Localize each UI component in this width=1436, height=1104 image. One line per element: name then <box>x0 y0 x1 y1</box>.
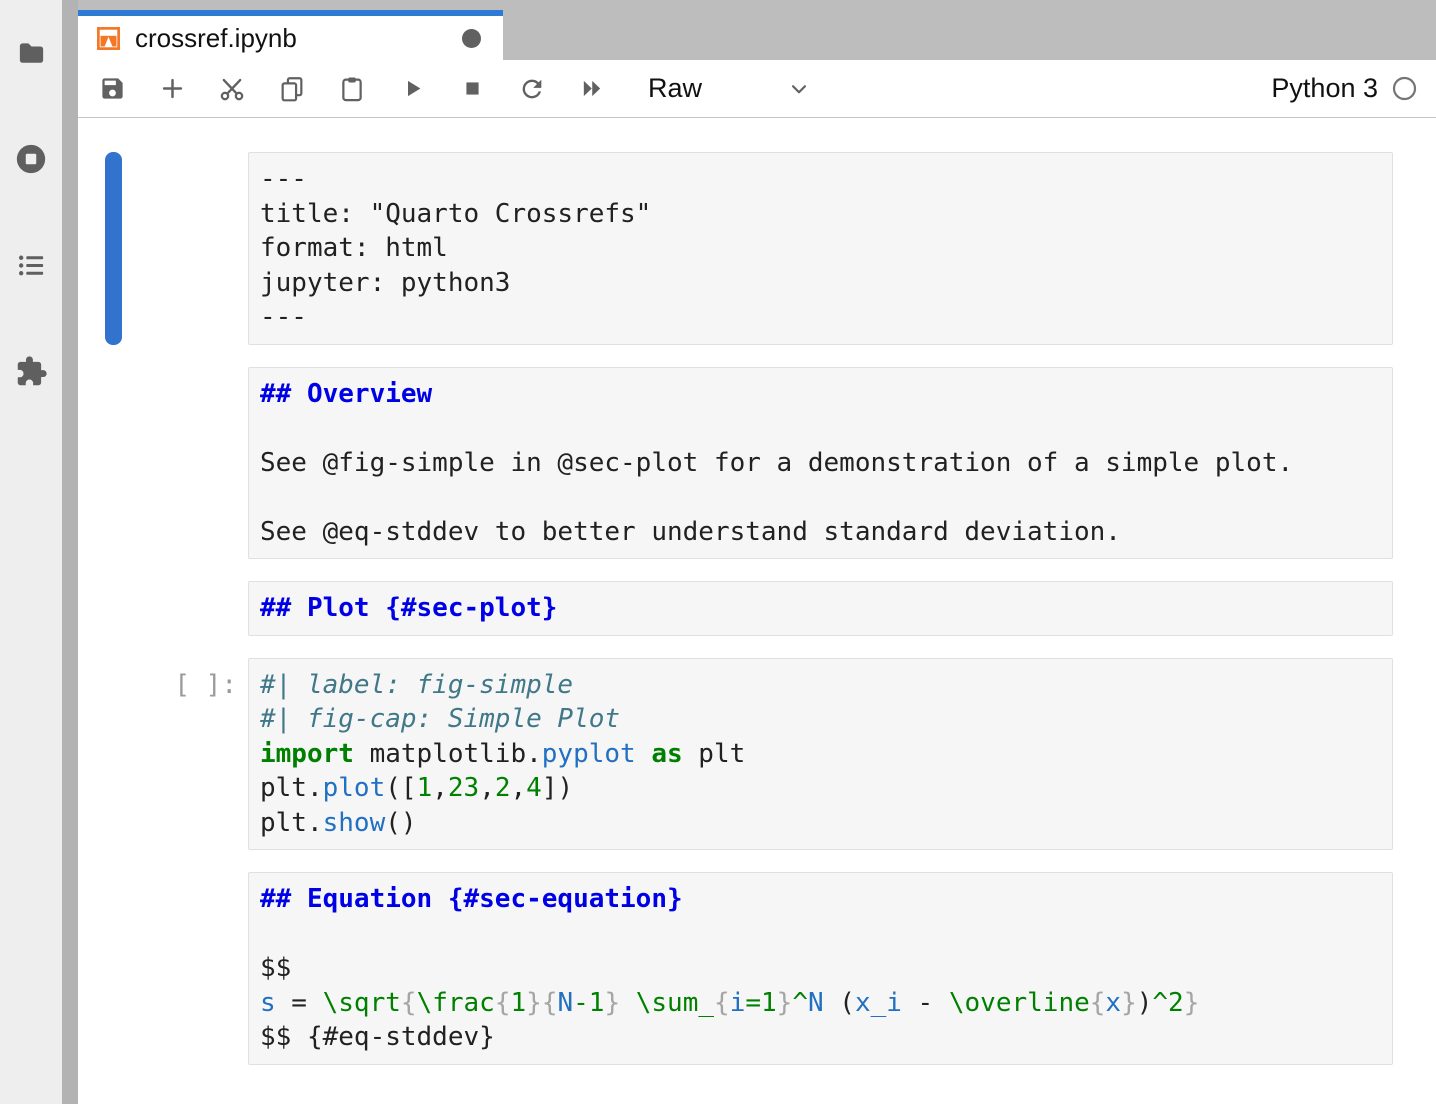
sidebar-tab-running-sessions[interactable] <box>13 142 49 176</box>
interrupt-kernel-button[interactable] <box>458 75 486 103</box>
jupyterlab-app: crossref.ipynb <box>0 0 1436 1104</box>
stop-icon <box>459 75 486 102</box>
extensions-icon <box>15 355 48 388</box>
code-line: #| fig-cap: Simple Plot <box>260 702 1381 737</box>
add-cell-icon <box>159 75 186 102</box>
cell-type-value: Raw <box>648 73 702 104</box>
save-button[interactable] <box>98 75 126 103</box>
code-line: --- <box>260 300 1381 335</box>
paste-cells-button[interactable] <box>338 75 366 103</box>
cut-cells-button[interactable] <box>218 75 246 103</box>
save-icon <box>99 75 126 102</box>
kernel-status-icon[interactable] <box>1391 75 1418 102</box>
notebook-content[interactable]: ---title: "Quarto Crossrefs"format: html… <box>78 118 1436 1104</box>
chevron-down-icon <box>786 76 812 102</box>
cell-type-dropdown[interactable]: Raw <box>648 73 812 104</box>
cell-editor[interactable]: ## Equation {#sec-equation} $$s = \sqrt{… <box>248 872 1393 1065</box>
cell-input-prompt: [ ]: <box>174 668 237 703</box>
code-line: format: html <box>260 231 1381 266</box>
cell-editor[interactable]: ## Plot {#sec-plot} <box>248 581 1393 636</box>
running-sessions-icon <box>14 142 48 176</box>
code-line: $$ <box>260 951 1381 986</box>
code-line: jupyter: python3 <box>260 266 1381 301</box>
tab-bar: crossref.ipynb <box>78 0 1436 60</box>
cell-list: ---title: "Quarto Crossrefs"format: html… <box>78 152 1436 1065</box>
code-line: See @fig-simple in @sec-plot for a demon… <box>260 446 1381 481</box>
code-line: import matplotlib.pyplot as plt <box>260 737 1381 772</box>
notebook-cell-raw[interactable]: ---title: "Quarto Crossrefs"format: html… <box>78 152 1436 345</box>
code-line: plt.show() <box>260 806 1381 841</box>
unsaved-changes-dot[interactable] <box>462 29 481 48</box>
cell-gutter <box>78 152 248 345</box>
tab-title: crossref.ipynb <box>135 23 462 54</box>
code-line: ## Equation {#sec-equation} <box>260 882 1381 917</box>
code-line: s = \sqrt{\frac{1}{N-1} \sum_{i=1}^N (x_… <box>260 986 1381 1021</box>
sidebar-tab-table-of-contents[interactable] <box>13 248 49 282</box>
cell-editor[interactable]: ---title: "Quarto Crossrefs"format: html… <box>248 152 1393 345</box>
code-line: ## Plot {#sec-plot} <box>260 591 1381 626</box>
code-line: #| label: fig-simple <box>260 668 1381 703</box>
fast-forward-icon <box>578 74 606 103</box>
code-line <box>260 411 1381 446</box>
cell-gutter <box>78 581 248 636</box>
run-button[interactable] <box>398 75 426 103</box>
notebook-cell-code[interactable]: [ ]: #| label: fig-simple#| fig-cap: Simp… <box>78 658 1436 851</box>
sidebar-divider <box>62 0 78 1104</box>
kernel-name[interactable]: Python 3 <box>1271 73 1378 104</box>
table-of-contents-icon <box>16 250 47 281</box>
paste-icon <box>338 75 366 103</box>
code-line: $$ {#eq-stddev} <box>260 1020 1381 1055</box>
kernel-indicator: Python 3 <box>1271 73 1418 104</box>
tab-crossref-ipynb[interactable]: crossref.ipynb <box>78 10 503 60</box>
cell-editor[interactable]: ## Overview See @fig-simple in @sec-plot… <box>248 367 1393 560</box>
code-line <box>260 480 1381 515</box>
notebook-cell-markdown[interactable]: ## Overview See @fig-simple in @sec-plot… <box>78 367 1436 560</box>
copy-icon <box>278 75 306 103</box>
folder-icon <box>16 38 47 69</box>
cell-collapser[interactable] <box>105 152 122 345</box>
code-line: --- <box>260 162 1381 197</box>
sidebar-tab-file-browser[interactable] <box>13 36 49 70</box>
cell-gutter <box>78 872 248 1065</box>
code-line: plt.plot([1,23,2,4]) <box>260 771 1381 806</box>
code-line: See @eq-stddev to better understand stan… <box>260 515 1381 550</box>
main-area: crossref.ipynb <box>78 0 1436 1104</box>
code-line: title: "Quarto Crossrefs" <box>260 197 1381 232</box>
copy-cells-button[interactable] <box>278 75 306 103</box>
code-line: ## Overview <box>260 377 1381 412</box>
notebook-cell-markdown[interactable]: ## Equation {#sec-equation} $$s = \sqrt{… <box>78 872 1436 1065</box>
notebook-cell-markdown[interactable]: ## Plot {#sec-plot} <box>78 581 1436 636</box>
insert-cell-button[interactable] <box>158 75 186 103</box>
restart-icon <box>518 75 546 103</box>
cell-editor[interactable]: #| label: fig-simple#| fig-cap: Simple P… <box>248 658 1393 851</box>
cut-icon <box>218 75 246 103</box>
restart-run-all-button[interactable] <box>578 75 606 103</box>
cell-gutter <box>78 367 248 560</box>
code-line <box>260 917 1381 952</box>
sidebar-tab-extensions[interactable] <box>13 354 49 388</box>
notebook-toolbar: Raw Python 3 <box>78 60 1436 118</box>
notebook-icon <box>95 25 122 52</box>
restart-kernel-button[interactable] <box>518 75 546 103</box>
cell-gutter: [ ]: <box>78 658 248 851</box>
left-activity-bar <box>0 0 62 1104</box>
run-icon <box>399 75 426 102</box>
